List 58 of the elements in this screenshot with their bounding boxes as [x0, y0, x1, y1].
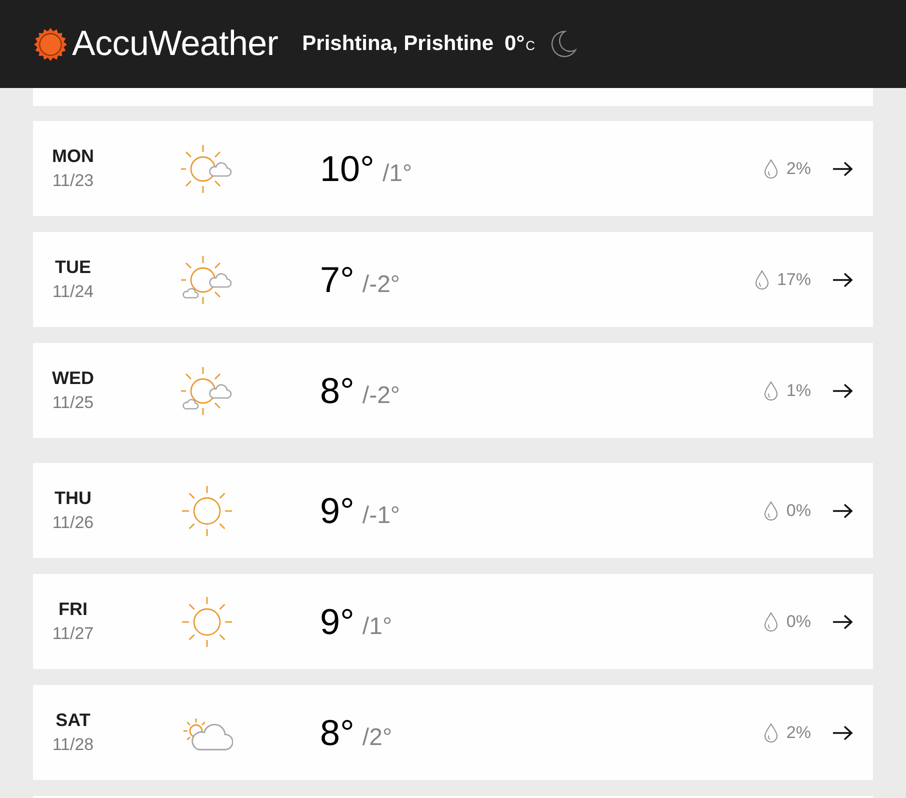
current-temperature: 0°C	[504, 32, 536, 56]
arrow-right-icon[interactable]	[833, 382, 853, 398]
forecast-card[interactable]: THU 11/26 9° /-1° 0%	[33, 463, 873, 558]
day-name: THU	[54, 488, 92, 509]
raindrop-icon	[764, 722, 778, 742]
day-name: SAT	[56, 710, 90, 731]
low-temperature: /-2°	[362, 382, 400, 410]
low-temperature: /2°	[362, 724, 392, 752]
precipitation-chance: 2%	[786, 722, 811, 742]
precipitation-chance: 0%	[786, 500, 811, 520]
precipitation-chance: 2%	[786, 158, 811, 178]
high-temperature: 8°	[320, 712, 354, 754]
precipitation-chance: 0%	[786, 612, 811, 632]
day-date: 11/27	[52, 624, 94, 644]
high-temperature: 7°	[320, 258, 354, 300]
low-temperature: /1°	[362, 612, 392, 640]
high-temperature: 9°	[320, 490, 354, 532]
low-temperature: /-1°	[362, 502, 400, 530]
raindrop-icon	[764, 380, 778, 400]
arrow-right-icon[interactable]	[833, 272, 853, 288]
day-date: 11/26	[52, 513, 94, 533]
precipitation-chance: 17%	[776, 270, 811, 290]
brand-name[interactable]: AccuWeather	[72, 24, 278, 64]
arrow-right-icon[interactable]	[833, 502, 853, 518]
forecast-card[interactable]: WED 11/25 8° /-2° 1%	[33, 343, 873, 438]
high-temperature: 8°	[320, 370, 354, 412]
forecast-card[interactable]: SAT 11/28 8° /2° 2%	[33, 685, 873, 780]
sun-icon	[181, 596, 233, 648]
moon-icon	[549, 30, 578, 58]
sun-cloud-icon	[181, 142, 233, 194]
location-name[interactable]: Prishtina, Prishtine	[302, 32, 494, 56]
day-name: FRI	[58, 599, 88, 620]
day-date: 11/28	[52, 735, 94, 755]
sun-logo-icon[interactable]	[34, 28, 67, 60]
forecast-card[interactable]: FRI 11/27 9° /1° 0%	[33, 574, 873, 669]
arrow-right-icon[interactable]	[833, 724, 853, 740]
day-name: TUE	[55, 257, 91, 278]
forecast-card[interactable]: MON 11/23 10° /1° 2%	[33, 121, 873, 216]
raindrop-icon	[764, 500, 778, 520]
day-name: WED	[52, 368, 94, 389]
day-date: 11/25	[52, 393, 94, 413]
high-temperature: 10°	[320, 148, 374, 190]
raindrop-icon	[754, 270, 769, 290]
raindrop-icon	[764, 158, 778, 178]
low-temperature: /1°	[382, 160, 412, 188]
precipitation-chance: 1%	[786, 380, 811, 400]
arrow-right-icon[interactable]	[833, 614, 853, 630]
sun-icon	[181, 484, 233, 536]
high-temperature: 9°	[320, 600, 354, 642]
forecast-card[interactable]: TUE 11/24 7° /-2° 17%	[33, 232, 873, 327]
sun-clouds-icon	[181, 364, 233, 416]
day-name: MON	[52, 146, 94, 167]
raindrop-icon	[764, 612, 778, 632]
day-date: 11/23	[52, 171, 94, 191]
arrow-right-icon[interactable]	[833, 160, 853, 176]
sun-clouds-icon	[181, 254, 233, 306]
low-temperature: /-2°	[362, 270, 400, 298]
day-date: 11/24	[52, 282, 94, 302]
